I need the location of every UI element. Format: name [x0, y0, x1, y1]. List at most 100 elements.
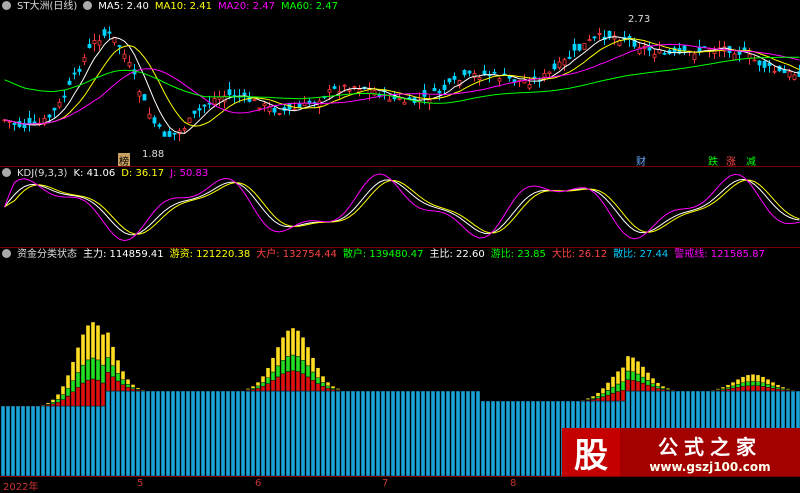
fund-bar-dahu	[760, 386, 766, 392]
price-header: ST大洲(日线) MA5: 2.40 MA10: 2.41 MA20: 2.47 MA6…	[2, 0, 344, 14]
fund-bar-sanhu	[190, 390, 196, 476]
kdj-panel[interactable]: KDJ(9,3,3) K: 41.06 D: 36.17 J: 50.83	[0, 167, 800, 247]
ma20-value: MA20: 2.47	[217, 1, 275, 12]
fund-bar-sanhu	[50, 405, 56, 476]
fund-bar-dahu	[75, 386, 81, 407]
fund-bar-youzi	[740, 382, 746, 387]
fund-bar-youzi	[735, 384, 741, 388]
candle-body	[497, 78, 502, 82]
fund-bar-youzi	[280, 360, 286, 374]
fund-bar-youzi	[765, 384, 771, 388]
fund-bar-dahu	[285, 371, 291, 392]
fund-settings-icon[interactable]	[2, 249, 11, 258]
fund-bar-sanhu	[100, 405, 106, 476]
fund-bar-sanhu	[370, 390, 376, 476]
fund-bar-zhuli	[45, 402, 51, 405]
fund-bar-zhuli	[595, 392, 601, 397]
fund-bar-youzi	[55, 398, 61, 403]
candle-body	[172, 132, 177, 135]
fund-bar-zhuli	[85, 325, 91, 361]
fund-bar-sanhu	[395, 390, 401, 476]
fund-bar-zhuli	[295, 330, 301, 357]
fund-bar-sanhu	[365, 390, 371, 476]
fund-bar-dahu	[740, 386, 746, 392]
fund-bar-dahu	[300, 373, 306, 392]
candle-body	[732, 53, 737, 61]
fund-bar-sanhu	[215, 390, 221, 476]
fund-bar-zhuli	[310, 357, 316, 373]
fund-bar-dahu	[325, 387, 331, 392]
fund-bar-zhuli	[50, 399, 56, 403]
candle-body	[347, 89, 352, 92]
fund-bar-zhuli	[60, 385, 66, 395]
fund-bar-zhuli	[720, 386, 726, 389]
fund-bar-youzi	[265, 377, 271, 384]
candle-body	[492, 71, 497, 74]
fund-bar-dahu	[80, 382, 86, 407]
candle-body	[772, 70, 777, 73]
fund-bar-sanhu	[15, 405, 21, 476]
fund-bar-sanhu	[90, 405, 96, 476]
fund-bar-zhuli	[290, 327, 296, 356]
ma-settings-icon[interactable]	[83, 1, 93, 10]
kdj-k-line	[4, 178, 800, 236]
candle-body	[437, 90, 442, 94]
fund-bar-sanhu	[275, 390, 281, 476]
fund-bar-sanhu	[175, 390, 181, 476]
fund-bar-dahu	[765, 386, 771, 392]
kdj-settings-icon[interactable]	[2, 168, 11, 177]
fund-bar-zhuli	[110, 346, 116, 366]
candle-body	[482, 70, 487, 75]
fund-bar-youzi	[270, 371, 276, 381]
candle-body	[662, 52, 667, 55]
candle-body	[572, 43, 577, 51]
fund-bar-sanhu	[385, 390, 391, 476]
fund-bar-youzi	[70, 380, 76, 392]
fund-bar-sanhu	[535, 400, 541, 476]
candle-body	[62, 95, 67, 98]
fund-bar-dahu	[100, 382, 106, 407]
fund-bar-sanhu	[135, 390, 141, 476]
fund-bar-zhuli	[270, 357, 276, 373]
fund-bar-youzi	[115, 373, 121, 382]
fund-bar-sanhu	[140, 390, 146, 476]
fund-bar-dahu	[270, 380, 276, 392]
fund-bar-sanhu	[460, 390, 466, 476]
candle-body	[87, 44, 92, 48]
candle-body	[212, 98, 217, 105]
fund-bar-zhuli	[670, 390, 676, 392]
fund-bar-youzi	[105, 357, 111, 373]
price-panel[interactable]: ST大洲(日线) MA5: 2.40 MA10: 2.41 MA20: 2.47 MA6…	[0, 0, 800, 168]
fund-bar-zhuli	[585, 398, 591, 400]
candle-body	[442, 84, 447, 90]
fund-bar-youzi	[755, 381, 761, 387]
settings-gear-icon[interactable]	[2, 1, 11, 10]
fund-bar-zhuli	[280, 337, 286, 361]
fund-bar-dahu	[85, 379, 91, 407]
fund-bar-zhuli	[300, 337, 306, 361]
fund-bar-youzi	[130, 387, 136, 390]
fund-bar-youzi	[60, 394, 66, 400]
fund-bar-zhuli	[745, 374, 751, 383]
candle-body	[77, 68, 82, 72]
candle-body	[47, 114, 52, 118]
fund-bar-dahu	[320, 385, 326, 392]
fund-bar-zhuli	[655, 382, 661, 387]
fund-bar-zhuli	[765, 379, 771, 385]
fund-bar-zhuli	[75, 347, 81, 373]
fund-bar-dahu	[615, 391, 621, 402]
candle-body	[277, 113, 282, 115]
candle-body	[82, 57, 87, 63]
candle-body	[372, 90, 377, 96]
candle-body	[397, 98, 402, 100]
fund-bar-dahu	[735, 386, 741, 392]
fund-bar-zhuli	[90, 321, 96, 359]
candle-body	[527, 84, 532, 89]
fund-bar-dahu	[725, 388, 731, 392]
fund-bar-youzi	[635, 373, 641, 382]
fund-bar-sanhu	[440, 390, 446, 476]
fund-bar-sanhu	[315, 390, 321, 476]
fund-bar-youzi	[750, 381, 756, 386]
candle-body	[157, 124, 162, 127]
candle-body	[607, 30, 612, 38]
